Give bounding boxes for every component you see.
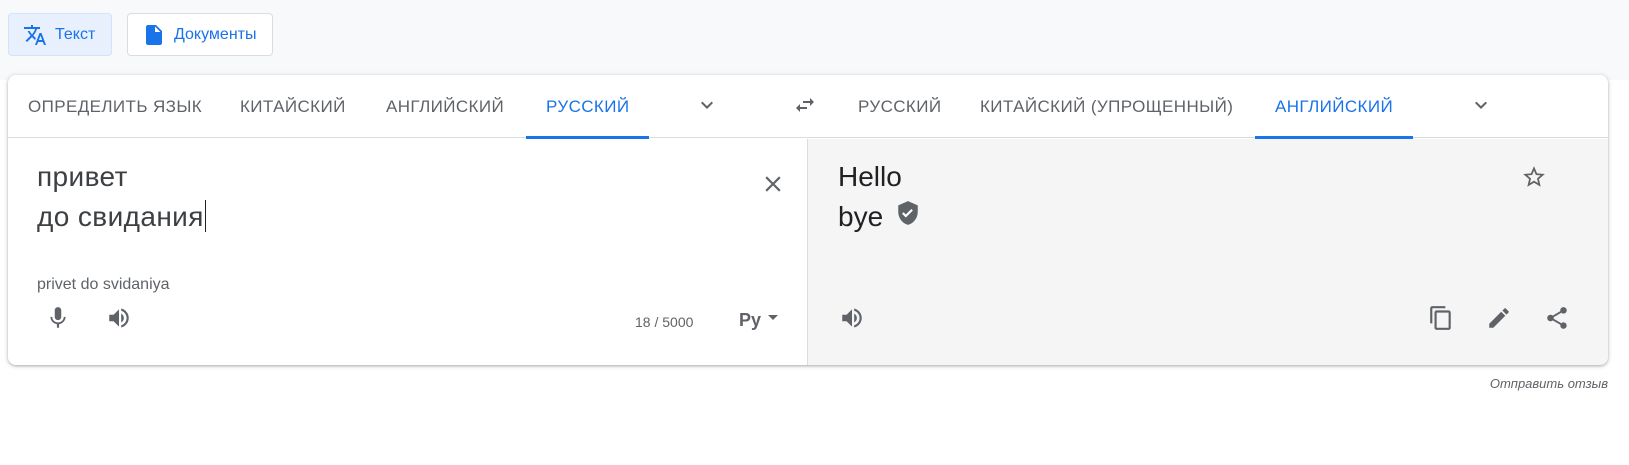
source-line: до свидания bbox=[37, 201, 204, 232]
source-more-languages-button[interactable] bbox=[694, 94, 720, 120]
character-count: 18 / 5000 bbox=[635, 314, 694, 330]
source-pane: привет до свидания privet do svidaniya 1… bbox=[8, 139, 807, 365]
target-pane: Hello bye bbox=[808, 139, 1608, 365]
transliteration: privet do svidaniya bbox=[37, 276, 170, 293]
translation-card: Определить язык Китайский Английский Рус… bbox=[8, 75, 1608, 365]
speaker-icon bbox=[839, 305, 865, 336]
target-tab-chinese-simplified[interactable]: Китайский (упрощенный) bbox=[980, 75, 1233, 138]
translate-icon bbox=[23, 23, 47, 47]
translation-text: bye bbox=[838, 201, 884, 232]
listen-source-button[interactable] bbox=[99, 300, 139, 340]
language-bar: Определить язык Китайский Английский Рус… bbox=[8, 75, 1608, 139]
listen-translation-button[interactable] bbox=[832, 300, 872, 340]
chevron-down-icon bbox=[695, 93, 719, 122]
swap-languages-button[interactable] bbox=[792, 94, 818, 120]
speaker-icon bbox=[106, 305, 132, 336]
swap-icon bbox=[793, 93, 817, 122]
copy-icon bbox=[1428, 305, 1454, 336]
chevron-down-icon bbox=[1469, 93, 1493, 122]
text-caret bbox=[204, 200, 207, 232]
document-icon bbox=[142, 23, 166, 47]
translation-text: Hello bbox=[838, 161, 902, 192]
text-mode-label: Текст bbox=[55, 25, 96, 43]
documents-mode-button[interactable]: Документы bbox=[127, 13, 274, 56]
source-tab-chinese[interactable]: Китайский bbox=[240, 75, 346, 138]
star-icon bbox=[1521, 164, 1547, 195]
send-feedback-link[interactable]: Отправить отзыв bbox=[1490, 376, 1608, 391]
translation-line: Hello bbox=[838, 157, 921, 197]
documents-mode-label: Документы bbox=[174, 25, 257, 43]
target-tab-russian[interactable]: Русский bbox=[858, 75, 941, 138]
suggest-edit-button[interactable] bbox=[1479, 300, 1519, 340]
text-mode-button[interactable]: Текст bbox=[8, 13, 113, 56]
clear-source-button[interactable] bbox=[753, 166, 793, 206]
source-tab-russian[interactable]: Русский bbox=[525, 75, 651, 139]
translation-output: Hello bye bbox=[838, 157, 921, 237]
close-icon bbox=[760, 171, 786, 202]
source-tab-english[interactable]: Английский bbox=[386, 75, 504, 138]
share-translation-button[interactable] bbox=[1537, 300, 1577, 340]
copy-translation-button[interactable] bbox=[1421, 300, 1461, 340]
source-line: привет bbox=[37, 161, 128, 192]
source-input[interactable]: привет до свидания bbox=[37, 157, 687, 237]
translation-line: bye bbox=[838, 197, 921, 237]
share-icon bbox=[1544, 305, 1570, 336]
input-tools-button[interactable]: Ру bbox=[726, 302, 792, 338]
verified-shield-icon[interactable] bbox=[895, 197, 921, 237]
keyboard-icon: Ру bbox=[738, 309, 762, 330]
save-translation-button[interactable] bbox=[1514, 159, 1554, 199]
target-more-languages-button[interactable] bbox=[1468, 94, 1494, 120]
source-tab-detect[interactable]: Определить язык bbox=[28, 75, 202, 138]
caret-down-icon bbox=[767, 311, 779, 329]
target-tab-english[interactable]: Английский bbox=[1254, 75, 1414, 139]
voice-input-button[interactable] bbox=[38, 300, 78, 340]
microphone-icon bbox=[45, 305, 71, 336]
edit-icon bbox=[1486, 305, 1512, 336]
source-line-with-caret: до свидания bbox=[37, 197, 687, 237]
